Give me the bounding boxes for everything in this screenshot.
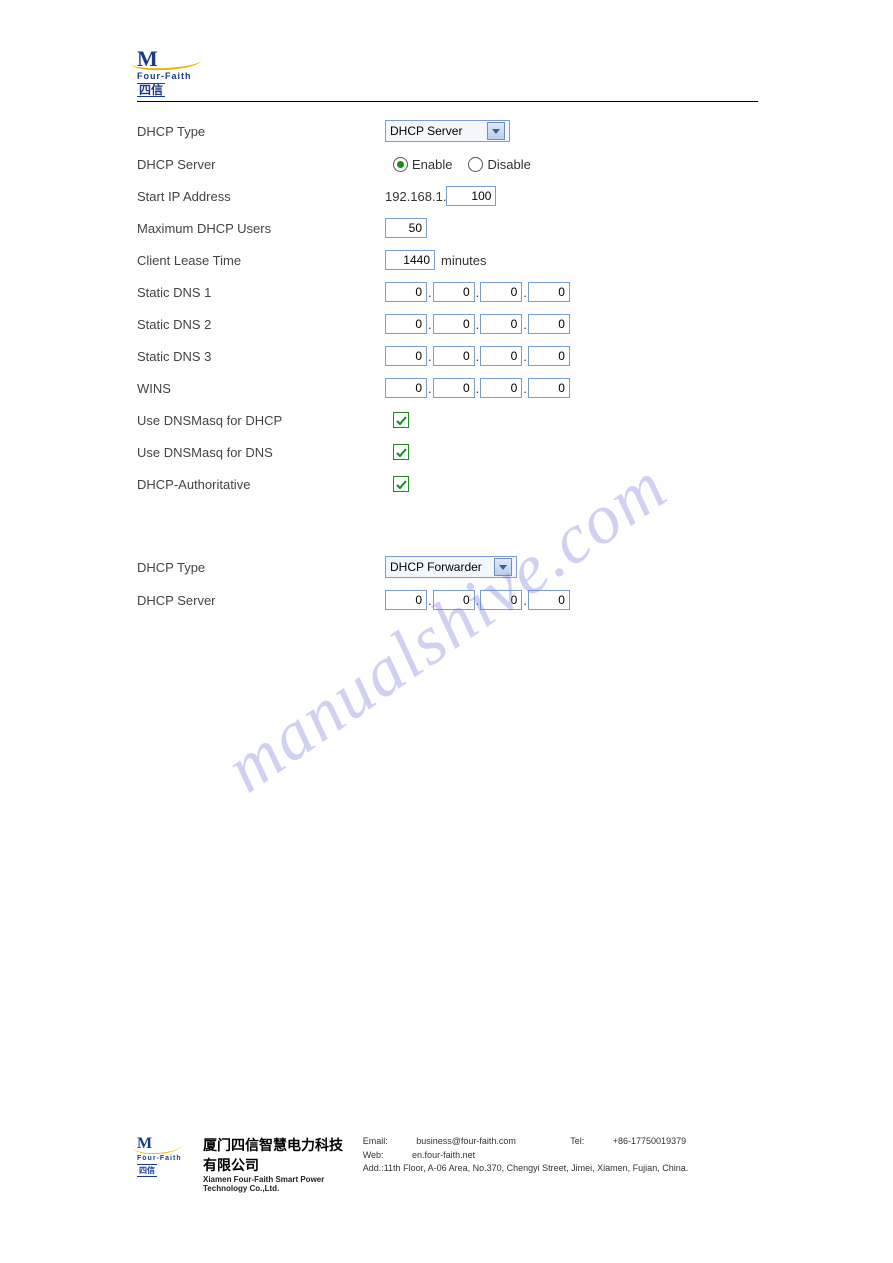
- dns2-oct4-input[interactable]: [528, 314, 570, 334]
- footer-tel: Tel: +86-17750019379: [570, 1136, 712, 1146]
- footer-company: 厦门四信智慧电力科技有限公司 Xiamen Four-Faith Smart P…: [203, 1135, 349, 1193]
- check-icon: [396, 479, 407, 490]
- brand-name: Four-Faith: [137, 72, 758, 81]
- dns1-ip-group: . . .: [385, 282, 570, 302]
- dns3-oct1-input[interactable]: [385, 346, 427, 366]
- srv-oct2-input[interactable]: [433, 590, 475, 610]
- label-start-ip: Start IP Address: [137, 189, 385, 204]
- label-dhcp-type-2: DHCP Type: [137, 560, 385, 575]
- label-wins: WINS: [137, 381, 385, 396]
- dns3-oct3-input[interactable]: [480, 346, 522, 366]
- dhcp-type-value-2: DHCP Forwarder: [390, 560, 482, 574]
- dns3-ip-group: . . .: [385, 346, 570, 366]
- enable-label: Enable: [412, 157, 452, 172]
- label-max-users: Maximum DHCP Users: [137, 221, 385, 236]
- radio-on-icon: [393, 157, 408, 172]
- footer-contacts: Email: business@four-faith.com Tel: +86-…: [363, 1135, 758, 1176]
- brand-cn: 四信: [137, 83, 165, 97]
- dnsmasq-dns-checkbox[interactable]: [393, 444, 409, 460]
- label-dnsmasq-dns: Use DNSMasq for DNS: [137, 445, 385, 460]
- dhcp-type-value: DHCP Server: [390, 124, 462, 138]
- wins-oct4-input[interactable]: [528, 378, 570, 398]
- dhcp-server-ip-group: . . .: [385, 590, 570, 610]
- footer-address: Add.:11th Floor, A-06 Area, No.370, Chen…: [363, 1162, 758, 1176]
- srv-oct3-input[interactable]: [480, 590, 522, 610]
- footer-email: Email: business@four-faith.com: [363, 1136, 542, 1146]
- wins-oct3-input[interactable]: [480, 378, 522, 398]
- dhcp-server-disable-radio[interactable]: Disable: [468, 157, 530, 172]
- radio-off-icon: [468, 157, 483, 172]
- dns2-oct3-input[interactable]: [480, 314, 522, 334]
- dns1-oct3-input[interactable]: [480, 282, 522, 302]
- dns2-oct2-input[interactable]: [433, 314, 475, 334]
- dhcp-authoritative-checkbox[interactable]: [393, 476, 409, 492]
- max-dhcp-users-input[interactable]: [385, 218, 427, 238]
- page-header: M Four-Faith 四信: [137, 48, 758, 102]
- srv-oct4-input[interactable]: [528, 590, 570, 610]
- page-footer: M Four-Faith 四信 厦门四信智慧电力科技有限公司 Xiamen Fo…: [137, 1135, 758, 1193]
- label-lease-time: Client Lease Time: [137, 253, 385, 268]
- dns1-oct4-input[interactable]: [528, 282, 570, 302]
- chevron-down-icon: [487, 122, 505, 140]
- label-dhcp-type: DHCP Type: [137, 124, 385, 139]
- wins-oct2-input[interactable]: [433, 378, 475, 398]
- check-icon: [396, 415, 407, 426]
- dns2-oct1-input[interactable]: [385, 314, 427, 334]
- dns3-oct4-input[interactable]: [528, 346, 570, 366]
- brand-initials: M: [137, 48, 156, 70]
- dns3-oct2-input[interactable]: [433, 346, 475, 366]
- brand-logo: M Four-Faith 四信: [137, 48, 758, 97]
- disable-label: Disable: [487, 157, 530, 172]
- dns1-oct2-input[interactable]: [433, 282, 475, 302]
- srv-oct1-input[interactable]: [385, 590, 427, 610]
- lease-time-input[interactable]: [385, 250, 435, 270]
- footer-web: Web: en.four-faith.net: [363, 1150, 501, 1160]
- dhcp-server-enable-radio[interactable]: Enable: [393, 157, 452, 172]
- label-dhcp-server: DHCP Server: [137, 157, 385, 172]
- dns2-ip-group: . . .: [385, 314, 570, 334]
- dhcp-type-select[interactable]: DHCP Server: [385, 120, 510, 142]
- ip-prefix: 192.168.1.: [385, 189, 446, 204]
- check-icon: [396, 447, 407, 458]
- minutes-label: minutes: [441, 253, 487, 268]
- dns1-oct1-input[interactable]: [385, 282, 427, 302]
- dhcp-type-select-2[interactable]: DHCP Forwarder: [385, 556, 517, 578]
- label-dnsmasq-dhcp: Use DNSMasq for DHCP: [137, 413, 385, 428]
- wins-ip-group: . . .: [385, 378, 570, 398]
- wins-oct1-input[interactable]: [385, 378, 427, 398]
- chevron-down-icon: [494, 558, 512, 576]
- start-ip-last-octet-input[interactable]: [446, 186, 496, 206]
- company-name-cn: 厦门四信智慧电力科技有限公司: [203, 1135, 349, 1175]
- dnsmasq-dhcp-checkbox[interactable]: [393, 412, 409, 428]
- label-dhcp-authoritative: DHCP-Authoritative: [137, 477, 385, 492]
- label-dns3: Static DNS 3: [137, 349, 385, 364]
- label-dhcp-server-2: DHCP Server: [137, 593, 385, 608]
- footer-logo: M Four-Faith 四信: [137, 1135, 195, 1177]
- label-dns2: Static DNS 2: [137, 317, 385, 332]
- label-dns1: Static DNS 1: [137, 285, 385, 300]
- company-name-en: Xiamen Four-Faith Smart Power Technology…: [203, 1175, 349, 1193]
